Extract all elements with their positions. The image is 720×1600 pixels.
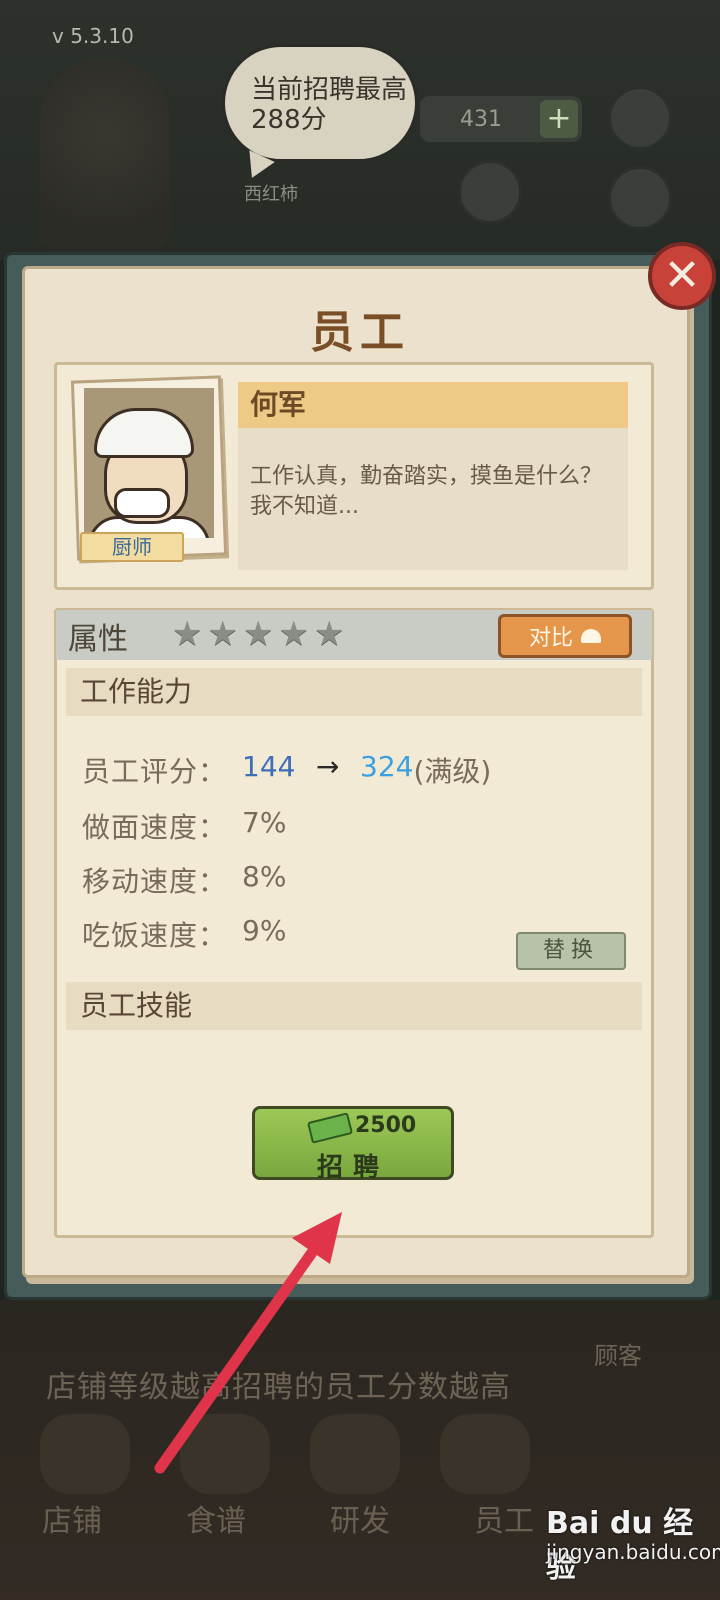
hire-cost: 2500: [355, 1113, 417, 1138]
score-row: 员工评分： 144 → 324 (满级): [82, 750, 491, 790]
tab-research[interactable]: 研发: [288, 1496, 432, 1556]
stat-label: 吃饭速度：: [82, 919, 228, 952]
employee-name: 何军: [238, 382, 628, 428]
stat-row: 移动速度： 8%: [82, 860, 286, 900]
add-coin-button[interactable]: +: [540, 100, 578, 138]
star-icon: ★: [278, 614, 309, 654]
replace-button[interactable]: 替换: [516, 932, 626, 970]
star-icon: ★: [242, 614, 274, 654]
stat-value: 8%: [242, 860, 287, 893]
star-icon: ★: [313, 614, 345, 654]
hire-button[interactable]: 2500 招聘: [252, 1106, 454, 1183]
customer-label: 顾客: [594, 1342, 642, 1370]
employee-portrait: [84, 388, 214, 538]
menu-icon[interactable]: [608, 166, 672, 230]
chef-hat-icon: [94, 408, 194, 458]
score-max: 324: [360, 750, 414, 783]
tab-recipes[interactable]: 食谱: [144, 1496, 288, 1556]
coin-count: 431: [460, 106, 502, 132]
dish-icon: [458, 160, 522, 224]
speech-bubble: 当前招聘最高288分: [222, 44, 418, 162]
settings-icon[interactable]: [608, 86, 672, 150]
score-max-suffix: (满级): [413, 755, 492, 788]
skills-header: 员工技能: [66, 982, 642, 1030]
close-button[interactable]: ✕: [648, 242, 716, 310]
tab-shop[interactable]: 店铺: [0, 1496, 144, 1556]
employee-description: 工作认真，勤奋踏实，摸鱼是什么？我不知道...: [238, 428, 628, 570]
stat-row: 做面速度： 7%: [82, 806, 286, 846]
coin-counter: 431 +: [420, 96, 582, 142]
attributes-title: 属性: [68, 622, 128, 657]
role-badge: 厨师: [80, 532, 184, 562]
recipe-tab-icon: [180, 1414, 270, 1494]
hint-text: 店铺等级越高招聘的员工分数越高: [46, 1370, 511, 1405]
star-rating: ★ ★ ★ ★ ★: [172, 616, 344, 652]
score-current: 144: [242, 750, 296, 783]
chevron-up-icon: [581, 629, 601, 643]
hire-label: 招聘: [316, 1153, 389, 1183]
player-avatar: [40, 60, 170, 250]
work-ability-header: 工作能力: [66, 668, 642, 716]
staff-tab-icon: [440, 1414, 530, 1494]
score-label: 员工评分：: [82, 755, 228, 788]
modal-title: 员工: [310, 307, 410, 358]
star-icon: ★: [207, 614, 238, 654]
research-tab-icon: [310, 1414, 400, 1494]
stat-row: 吃饭速度： 9%: [82, 914, 286, 954]
shop-tab-icon: [40, 1414, 130, 1494]
star-icon: ★: [172, 614, 203, 654]
close-icon: ✕: [663, 250, 701, 301]
baidu-url: jingyan.baidu.com: [546, 1540, 720, 1564]
chef-mask: [114, 488, 170, 518]
arrow-right-icon: →: [316, 750, 340, 783]
compare-button[interactable]: 对比: [498, 614, 632, 658]
version-label: v 5.3.10: [52, 24, 134, 48]
stat-value: 7%: [242, 806, 287, 839]
ingredient-tag: 西红柿: [244, 184, 298, 205]
stat-label: 做面速度：: [82, 811, 228, 844]
cash-icon: [306, 1112, 354, 1144]
stat-value: 9%: [242, 914, 287, 947]
stat-label: 移动速度：: [82, 865, 228, 898]
compare-label: 对比: [528, 626, 573, 651]
